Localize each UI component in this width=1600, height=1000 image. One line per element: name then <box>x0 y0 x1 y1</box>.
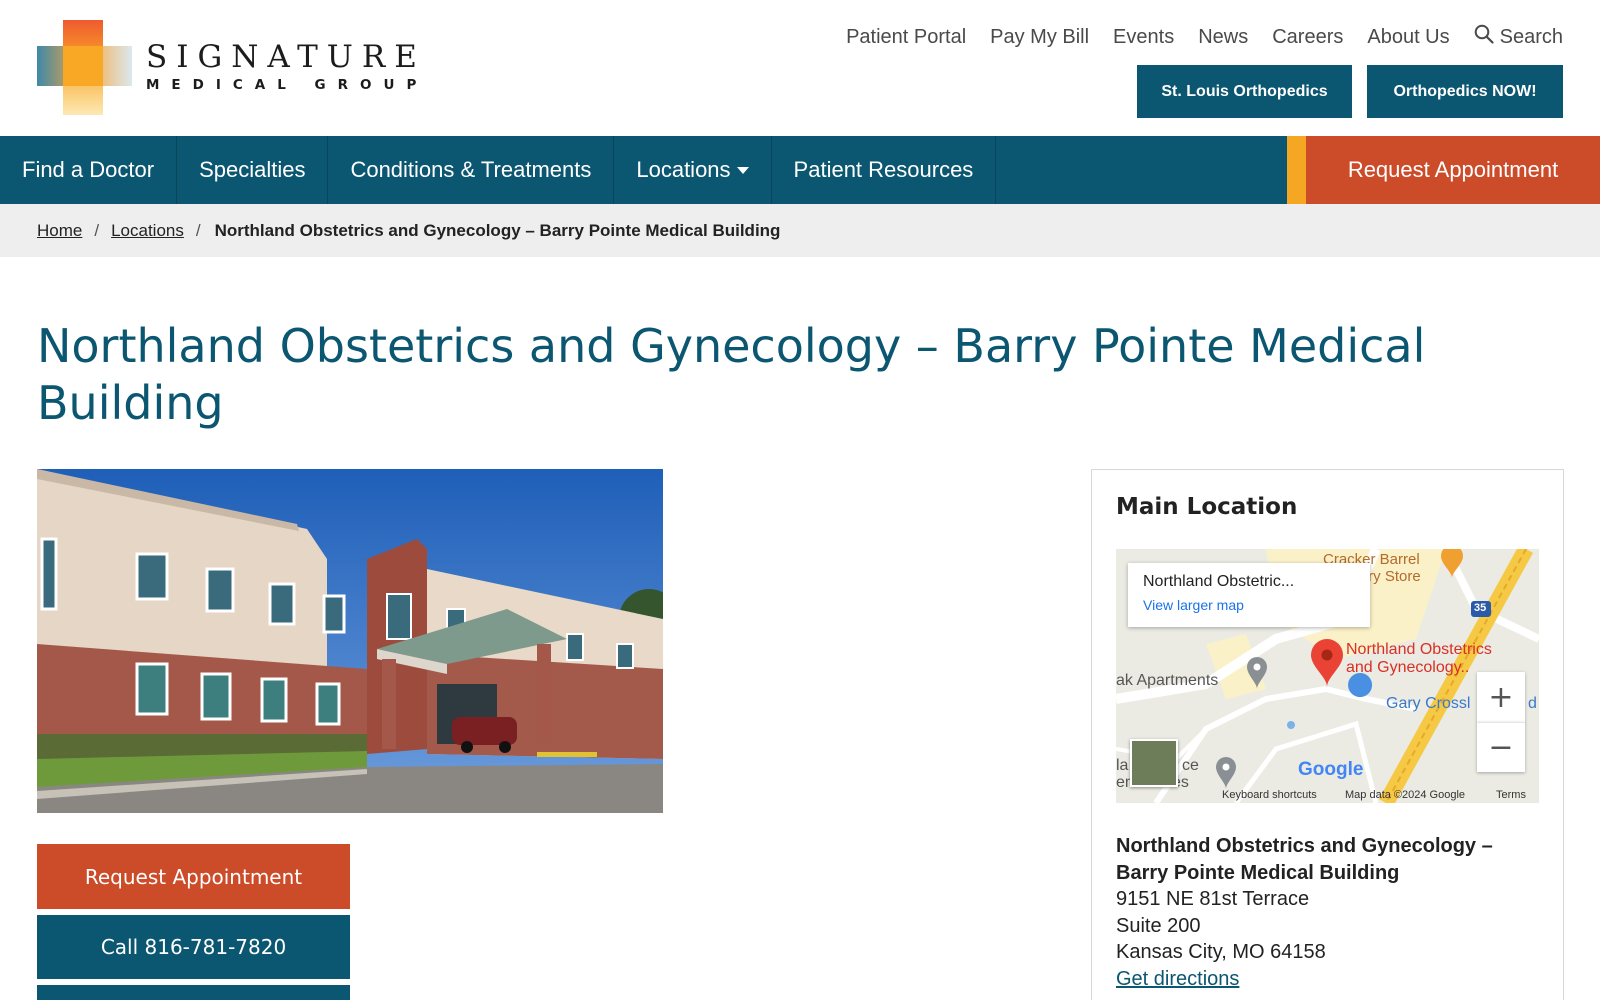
location-heading: Main Location <box>1116 494 1298 520</box>
location-name-line1: Northland Obstetrics and Gynecology – <box>1116 835 1493 857</box>
location-address: Northland Obstetrics and Gynecology – Ba… <box>1116 833 1536 992</box>
request-appointment-button[interactable]: Request Appointment <box>37 844 350 909</box>
get-directions-link[interactable]: Get directions <box>1116 966 1536 993</box>
call-button[interactable]: Call 816-781-7820 <box>37 915 350 979</box>
breadcrumb-current: Northland Obstetrics and Gynecology – Ba… <box>214 220 781 240</box>
util-link-about-us[interactable]: About Us <box>1367 26 1449 49</box>
breadcrumb-separator: / <box>195 220 201 240</box>
top-header: SIGNATURE MEDICAL GROUP Patient Portal P… <box>0 0 1600 136</box>
brand-name: SIGNATURE <box>146 39 426 76</box>
nav-conditions-treatments[interactable]: Conditions & Treatments <box>328 136 615 204</box>
nav-find-a-doctor[interactable]: Find a Doctor <box>0 136 178 204</box>
map-label-marker-2: and Gynecology.. <box>1346 659 1470 676</box>
util-link-pay-my-bill[interactable]: Pay My Bill <box>990 26 1089 49</box>
main-nav: Find a Doctor Specialties Conditions & T… <box>0 136 1600 204</box>
search-label: Search <box>1499 25 1563 48</box>
keyboard-shortcuts-link[interactable]: Keyboard shortcuts <box>1222 789 1317 801</box>
map-info-card: Northland Obstetric... View larger map <box>1128 563 1370 627</box>
util-link-patient-portal[interactable]: Patient Portal <box>846 26 966 49</box>
caret-down-icon <box>736 166 749 174</box>
orthopedics-now-button[interactable]: Orthopedics NOW! <box>1367 65 1563 118</box>
map-place-name: Northland Obstetric... <box>1143 573 1295 590</box>
breadcrumb-home[interactable]: Home <box>37 221 82 241</box>
address-suite: Suite 200 <box>1116 914 1201 937</box>
map-terms-link[interactable]: Terms <box>1496 789 1526 801</box>
nav-accent-bar <box>1287 136 1306 204</box>
location-card: Main Location Cracker Barrel try Store 3… <box>1091 469 1564 1000</box>
google-logo: Google <box>1298 759 1364 780</box>
util-link-careers[interactable]: Careers <box>1272 26 1343 49</box>
st-louis-orthopedics-button[interactable]: St. Louis Orthopedics <box>1137 65 1352 118</box>
view-larger-map-link[interactable]: View larger map <box>1143 597 1355 613</box>
map-label-country-store: try Store <box>1364 568 1421 585</box>
map-label-left-1b: ce <box>1182 757 1199 774</box>
breadcrumb: Home / Locations / Northland Obstetrics … <box>0 204 1600 257</box>
breadcrumb-separator: / <box>94 220 100 240</box>
map-highway-shield-label: 35 <box>1474 602 1487 614</box>
address-city: Kansas City, MO 64158 <box>1116 941 1326 963</box>
nav-patient-resources[interactable]: Patient Resources <box>772 136 997 204</box>
quick-buttons: St. Louis Orthopedics Orthopedics NOW! <box>1137 65 1563 118</box>
map-label-gary-tail: d <box>1528 695 1537 712</box>
nav-locations-label: Locations <box>636 157 731 182</box>
map-zoom-in-button[interactable]: + <box>1477 672 1525 722</box>
search-button[interactable]: Search <box>1474 24 1563 50</box>
logo-mark-icon <box>37 20 132 115</box>
building-photo <box>37 469 663 813</box>
map-label-marker-1: Northland Obstetrics <box>1346 641 1492 658</box>
address-street: 9151 NE 81st Terrace <box>1116 888 1310 910</box>
satellite-toggle-icon[interactable] <box>1130 739 1178 787</box>
location-name-line2: Barry Pointe Medical Building <box>1116 861 1400 884</box>
map-label-left-1: la <box>1116 757 1129 774</box>
brand-subname: MEDICAL GROUP <box>146 77 429 94</box>
breadcrumb-locations[interactable]: Locations <box>111 221 184 241</box>
embedded-map[interactable]: Cracker Barrel try Store 35 Northland Ob… <box>1116 549 1539 803</box>
map-label-apartments: ak Apartments <box>1116 672 1219 689</box>
more-button[interactable] <box>37 985 350 1000</box>
nav-specialties[interactable]: Specialties <box>177 136 329 204</box>
map-label-gary-crossing: Gary Crossl <box>1386 695 1471 712</box>
map-data-attribution: Map data ©2024 Google <box>1345 789 1466 801</box>
nav-request-appointment-button[interactable]: Request Appointment <box>1306 136 1600 204</box>
util-link-news[interactable]: News <box>1198 26 1248 49</box>
site-logo[interactable]: SIGNATURE MEDICAL GROUP <box>37 20 428 115</box>
map-zoom-out-button[interactable]: − <box>1477 722 1525 772</box>
util-link-events[interactable]: Events <box>1113 26 1174 49</box>
search-icon <box>1474 24 1494 50</box>
page-title: Northland Obstetrics and Gynecology – Ba… <box>37 319 1426 430</box>
nav-locations[interactable]: Locations <box>614 136 772 204</box>
utility-nav: Patient Portal Pay My Bill Events News C… <box>846 24 1563 50</box>
